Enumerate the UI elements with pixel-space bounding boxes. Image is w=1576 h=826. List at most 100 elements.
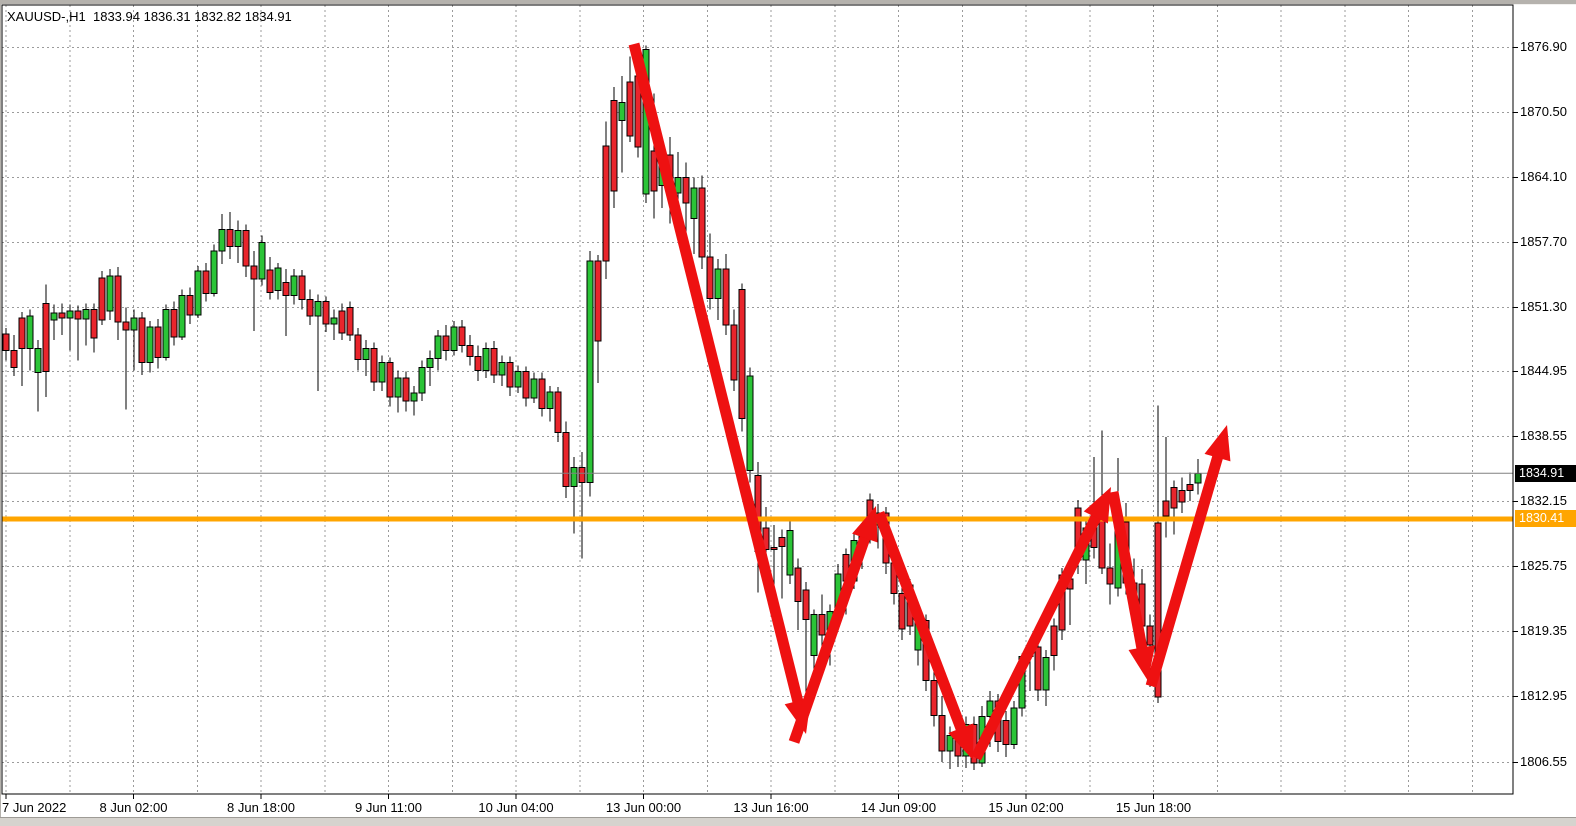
candle-bullish xyxy=(131,318,137,330)
candle-bearish xyxy=(91,310,97,338)
candle-bearish xyxy=(611,100,617,190)
candle-bullish xyxy=(947,736,953,751)
candle-bearish xyxy=(11,350,17,367)
candle-bullish xyxy=(499,363,505,375)
candle-bullish xyxy=(531,379,537,398)
candle-bearish xyxy=(187,296,193,315)
candle-bearish xyxy=(803,590,809,619)
candle-bearish xyxy=(283,282,289,295)
candle-bearish xyxy=(1051,626,1057,655)
candle-bullish xyxy=(219,229,225,250)
candle-bearish xyxy=(627,82,633,136)
bid-price-tag: 1834.91 xyxy=(1515,465,1576,482)
x-axis-label: 7 Jun 2022 xyxy=(2,800,86,815)
candle-bullish xyxy=(195,271,201,315)
candle-bearish xyxy=(323,302,329,324)
trend-arrow-shaft[interactable] xyxy=(794,532,867,742)
candle-bearish xyxy=(243,230,249,266)
candle-bearish xyxy=(579,467,585,482)
candle-bearish xyxy=(467,345,473,356)
candle-bearish xyxy=(123,322,129,330)
candle-bearish xyxy=(1179,491,1185,502)
candle-bullish xyxy=(1011,708,1017,745)
candle-bearish xyxy=(75,311,81,319)
candle-bearish xyxy=(507,363,513,387)
candle-bearish xyxy=(1099,519,1105,568)
candle-bearish xyxy=(443,336,449,350)
candle-bearish xyxy=(491,348,497,374)
candle-bearish xyxy=(771,548,777,550)
candle-bearish xyxy=(723,269,729,325)
trend-arrow-shaft[interactable] xyxy=(976,512,1099,758)
candle-bearish xyxy=(355,335,361,359)
candle-bearish xyxy=(1171,488,1177,508)
candle-bullish xyxy=(483,348,489,370)
candle-bullish xyxy=(147,327,153,363)
trend-arrow-head[interactable] xyxy=(852,506,878,543)
candle-bearish xyxy=(539,379,545,408)
candle-bearish xyxy=(475,356,481,370)
candle-bearish xyxy=(299,276,305,299)
candle-bearish xyxy=(387,363,393,398)
candle-bearish xyxy=(595,261,601,341)
y-axis-label: 1876.90 xyxy=(1520,40,1576,54)
candlestick-chart-canvas[interactable] xyxy=(0,0,1576,825)
horizontal-line-price-tag[interactable]: 1830.41 xyxy=(1515,510,1576,527)
candle-bearish xyxy=(739,289,745,418)
candle-bearish xyxy=(707,257,713,299)
x-axis-label: 13 Jun 16:00 xyxy=(729,800,813,815)
candle-bearish xyxy=(603,146,609,261)
candle-bearish xyxy=(307,300,313,316)
candle-bullish xyxy=(163,310,169,358)
trend-arrow-shaft[interactable] xyxy=(634,44,799,707)
x-axis-label: 8 Jun 18:00 xyxy=(219,800,303,815)
y-axis-label: 1806.55 xyxy=(1520,755,1576,769)
y-axis-label: 1832.15 xyxy=(1520,494,1576,508)
candle-bearish xyxy=(651,151,657,191)
chart-window: XAUUSD-,H1 1833.94 1836.31 1832.82 1834.… xyxy=(0,0,1576,825)
candle-bearish xyxy=(731,325,737,380)
candle-bullish xyxy=(419,368,425,393)
candle-bearish xyxy=(1107,568,1113,584)
candle-bullish xyxy=(571,467,577,486)
y-axis-label: 1857.70 xyxy=(1520,235,1576,249)
candle-bullish xyxy=(363,348,369,359)
candle-bearish xyxy=(227,229,233,246)
y-axis-label: 1851.30 xyxy=(1520,300,1576,314)
candle-bearish xyxy=(795,568,801,602)
candle-bullish xyxy=(747,376,753,471)
candle-bullish xyxy=(211,251,217,294)
candle-bearish xyxy=(555,392,561,433)
candle-bullish xyxy=(411,393,417,401)
candle-bearish xyxy=(1187,485,1193,491)
y-axis-label: 1844.95 xyxy=(1520,364,1576,378)
candle-bearish xyxy=(171,310,177,337)
candle-bullish xyxy=(715,269,721,298)
header-spacer xyxy=(86,9,93,24)
y-axis-label: 1864.10 xyxy=(1520,170,1576,184)
candle-bearish xyxy=(683,178,689,203)
candle-bearish xyxy=(139,318,145,363)
candle-bearish xyxy=(99,278,105,320)
candle-bearish xyxy=(339,311,345,333)
y-axis-label: 1838.55 xyxy=(1520,429,1576,443)
candle-bearish xyxy=(459,327,465,345)
candle-bearish xyxy=(563,433,569,487)
candle-bearish xyxy=(43,304,49,372)
trend-arrow-shaft[interactable] xyxy=(879,513,963,734)
x-axis-label: 14 Jun 09:00 xyxy=(857,800,941,815)
candle-bearish xyxy=(115,276,121,322)
candle-bearish xyxy=(203,271,209,293)
candle-bearish xyxy=(19,318,25,348)
candle-bearish xyxy=(251,266,257,279)
candle-bullish xyxy=(379,363,385,382)
candle-bearish xyxy=(939,715,945,751)
candle-bearish xyxy=(931,681,937,716)
y-axis-label: 1819.35 xyxy=(1520,624,1576,638)
candle-bullish xyxy=(35,348,41,372)
candle-bullish xyxy=(515,372,521,387)
candle-bullish xyxy=(1195,473,1201,483)
candle-bullish xyxy=(67,311,73,318)
candle-bearish xyxy=(155,327,161,357)
x-axis-label: 8 Jun 02:00 xyxy=(92,800,176,815)
